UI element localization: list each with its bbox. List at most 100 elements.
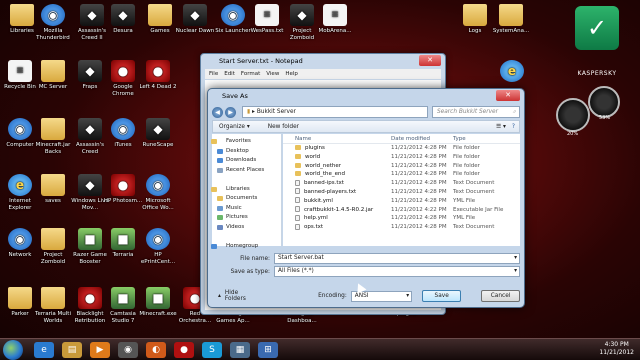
nav-item[interactable]: Libraries [211,185,281,195]
system-clock[interactable]: 4:30 PM 11/21/2012 [599,341,634,357]
nav-item[interactable]: Videos [212,223,281,233]
nav-item[interactable]: Pictures [212,213,281,223]
file-row[interactable]: world_the_end 11/21/2012 4:28 PM File fold… [283,170,520,179]
desktop-icon[interactable]: ≡ MobArena... [315,4,355,35]
file-row[interactable]: bukkit.yml 11/21/2012 4:28 PM YML File [283,197,520,206]
file-row[interactable]: banned-ips.txt 11/21/2012 4:28 PM Text Doc… [283,179,520,188]
app-icon: ◆ [183,4,207,26]
file-type-cell: File folder [453,171,480,178]
chevron-down-icon[interactable]: ▾ [514,267,517,276]
file-name-input[interactable]: Start Server.bat ▾ [274,253,520,264]
windows-taskbar-icon[interactable]: ⊞ [258,342,278,358]
start-button[interactable] [3,340,23,360]
column-date-header[interactable]: Date modified [391,134,453,143]
skype-taskbar-icon[interactable]: S [202,342,222,358]
save-button[interactable]: Save [422,290,462,302]
save-type-select[interactable]: All Files (*.*) ▾ [274,266,520,277]
nav-item-label: Videos [226,223,245,230]
apps-taskbar-icon[interactable]: ◉ [118,342,138,358]
desktop-icon[interactable]: ◆ Desura [103,4,143,35]
nav-item[interactable]: Music [212,204,281,214]
address-input[interactable]: ▮ ▸ Bukkit Server [242,106,428,118]
desktop-icon[interactable]: e [492,60,532,84]
notepad-close-button[interactable]: ✕ [419,55,441,66]
desktop-icon[interactable]: Project Zomboid [33,228,73,265]
back-button[interactable]: ◀ [212,106,223,118]
forward-button[interactable]: ▶ [225,106,236,118]
column-name-header[interactable]: Name [283,134,391,143]
desktop-icon[interactable]: SystemAna... [491,4,531,35]
column-type-header[interactable]: Type [453,134,513,143]
view-options-icon[interactable]: ☰ ▾ [496,124,506,130]
nav-item[interactable]: Favorites [211,137,281,147]
app-icon: ◉ [221,4,245,26]
navigation-pane: Favorites Desktop Downloads Recent Places Li… [211,134,282,249]
app-icon: ● [78,287,102,309]
desktop-icon[interactable]: ● Left 4 Dead 2 [138,60,178,91]
desktop-icon[interactable]: MC Server [33,60,73,91]
cancel-button[interactable]: Cancel [481,290,520,302]
desktop-icon[interactable]: ● HP Photosm... [103,174,143,205]
file-row[interactable]: banned-players.txt 11/21/2012 4:28 PM Text… [283,188,520,197]
desktop-icon[interactable]: Terraria Multi Worlds [33,287,73,324]
save-as-close-button[interactable]: ✕ [496,90,520,101]
file-type-cell: File folder [453,162,480,169]
nav-item[interactable]: Desktop [212,147,281,157]
desktop-icon[interactable]: ■ Terraria [103,228,143,259]
file-name-label: File name: [240,255,270,262]
new-folder-button[interactable]: New folder [268,124,299,130]
nav-item-icon [217,205,223,211]
search-input[interactable]: Search Bukkit Server ⌕ [432,106,520,118]
chevron-down-icon[interactable]: ▾ [514,254,517,263]
nav-item[interactable]: Documents [212,194,281,204]
notepad-menu-item[interactable]: Edit [224,71,235,77]
file-row[interactable]: world 11/21/2012 4:28 PM File folder [283,153,520,162]
notepad-menu-item[interactable]: Help [285,71,298,77]
red-taskbar-icon[interactable]: ● [174,342,194,358]
desktop-icon[interactable]: Games [140,4,180,35]
save-as-dialog[interactable]: Save As ✕ ◀ ▶ ▮ ▸ Bukkit Server Search B… [207,88,525,308]
file-row[interactable]: world_nether 11/21/2012 4:28 PM File folde… [283,162,520,171]
kaspersky-icon[interactable]: ✓ [575,6,619,50]
file-row[interactable]: craftbukkit-1.4.5-R0.2.jar 11/21/2012 4:2… [283,206,520,215]
notepad-taskbar-icon[interactable]: ▦ [230,342,250,358]
desktop-icon[interactable]: ◉ Mozilla Thunderbird [33,4,73,41]
hide-folders-icon[interactable]: ▴ [218,293,221,299]
desktop-icon[interactable]: ■ Camtasia Studio 7 [103,287,143,324]
file-name-cell: bukkit.yml [283,197,391,206]
nav-item[interactable]: Downloads [212,156,281,166]
memory-gauge-icon [588,86,620,118]
desktop-icon[interactable]: ≡ WesPass.txt [247,4,287,35]
firefox-taskbar-icon[interactable]: ◐ [146,342,166,358]
desktop-icon[interactable]: ◉ Microsoft Office Wo... [138,174,178,211]
file-icon [295,214,300,221]
file-name-text: bukkit.yml [304,197,333,204]
notepad-menu-item[interactable]: Format [241,71,260,77]
desktop-icon[interactable]: Logs [455,4,495,35]
file-row[interactable]: plugins 11/21/2012 4:28 PM File folder [283,144,520,153]
desktop-icon[interactable]: ◆ RuneScape [138,118,178,149]
desktop-icon[interactable]: ◉ HP ePrintCent... [138,228,178,265]
hide-folders-button[interactable]: Hide Folders [225,290,258,302]
file-list-header: Name Date modified Type [283,134,520,144]
notepad-menu-item[interactable]: View [266,71,279,77]
media-taskbar-icon[interactable]: ▶ [90,342,110,358]
desktop-icon[interactable]: ◉ iTunes [103,118,143,149]
file-name-text: world [305,153,321,160]
desktop-icon[interactable]: ■ Minecraft.exe [138,287,178,318]
desktop-icon[interactable]: ● Google Chrome [103,60,143,97]
desktop-icon[interactable]: saves [33,174,73,205]
help-icon[interactable]: ? [512,124,515,130]
folder-icon: ▮ [247,109,251,115]
ie-taskbar-icon[interactable]: e [34,342,54,358]
nav-item-label: Downloads [226,157,257,163]
explorer-taskbar-icon[interactable]: ▤ [62,342,82,358]
file-row[interactable]: ops.txt 11/21/2012 4:28 PM Text Document [283,223,520,232]
desktop-icon[interactable]: ◆ Nuclear Dawn [175,4,215,35]
notepad-menu-item[interactable]: File [209,71,218,77]
nav-item[interactable]: Recent Places [212,166,281,176]
desktop-icon[interactable]: Minecraft.jar Backs [33,118,73,155]
file-row[interactable]: help.yml 11/21/2012 4:28 PM YML File [283,214,520,223]
organize-button[interactable]: Organize ▾ [219,124,250,130]
